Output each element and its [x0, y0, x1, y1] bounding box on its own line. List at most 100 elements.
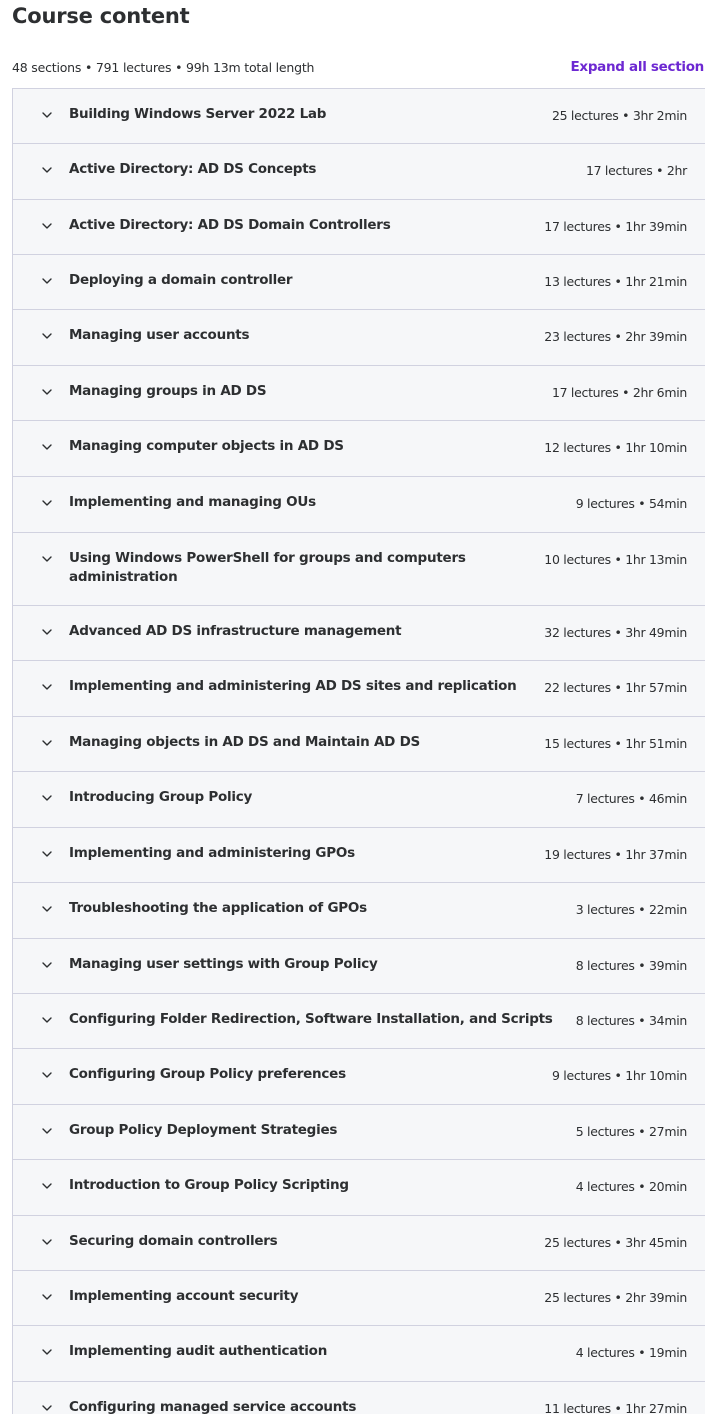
section-title: Advanced AD DS infrastructure management [69, 623, 402, 639]
section-item[interactable]: Managing groups in AD DS 17 lectures • 2… [13, 366, 705, 421]
chevron-down-icon [41, 959, 53, 971]
section-title: Introduction to Group Policy Scripting [69, 1177, 349, 1193]
section-title: Building Windows Server 2022 Lab [69, 106, 327, 122]
section-meta: 12 lectures • 1hr 10min [544, 440, 687, 455]
chevron-down-icon [41, 441, 53, 453]
course-summary: 48 sections • 791 lectures • 99h 13m tot… [12, 60, 315, 75]
section-meta: 23 lectures • 2hr 39min [544, 329, 687, 344]
section-item[interactable]: Implementing and administering AD DS sit… [13, 661, 705, 717]
section-meta: 17 lectures • 1hr 39min [544, 219, 687, 234]
section-meta: 25 lectures • 3hr 45min [544, 1235, 687, 1250]
chevron-down-icon [41, 1291, 53, 1303]
section-meta: 9 lectures • 54min [575, 496, 688, 511]
section-title: Implementing and administering GPOs [69, 845, 355, 861]
section-meta: 25 lectures • 3hr 2min [551, 108, 687, 123]
chevron-down-icon [41, 386, 53, 398]
section-title: Configuring managed service accounts [69, 1399, 357, 1414]
section-meta: 13 lectures • 1hr 21min [544, 274, 687, 289]
section-title: Managing groups in AD DS [69, 383, 267, 399]
section-title: Managing user accounts [69, 327, 250, 343]
chevron-down-icon [41, 497, 53, 509]
chevron-down-icon [41, 1402, 53, 1414]
section-title: Active Directory: AD DS Domain Controlle… [69, 217, 391, 233]
section-title: Introducing Group Policy [69, 789, 253, 805]
section-title: Using Windows PowerShell for groups and … [69, 550, 466, 585]
section-item[interactable]: Managing computer objects in AD DS 12 le… [13, 421, 705, 477]
section-title: Securing domain controllers [69, 1233, 278, 1249]
section-item[interactable]: Active Directory: AD DS Concepts 17 lect… [13, 144, 705, 200]
chevron-down-icon [41, 164, 53, 176]
section-item[interactable]: Configuring Folder Redirection, Software… [13, 994, 705, 1049]
section-meta: 4 lectures • 20min [575, 1179, 688, 1194]
section-meta: 8 lectures • 39min [575, 958, 688, 973]
section-item[interactable]: Managing objects in AD DS and Maintain A… [13, 717, 705, 772]
sections-list: Building Windows Server 2022 Lab 25 lect… [12, 88, 705, 1414]
section-title: Troubleshooting the application of GPOs [69, 900, 367, 916]
section-meta: 4 lectures • 19min [575, 1345, 688, 1360]
section-title: Implementing and administering AD DS sit… [69, 678, 517, 694]
section-meta: 11 lectures • 1hr 27min [544, 1401, 687, 1414]
section-item[interactable]: Securing domain controllers 25 lectures … [13, 1216, 705, 1271]
section-meta: 17 lectures • 2hr [585, 163, 687, 178]
section-item[interactable]: Implementing and managing OUs 9 lectures… [13, 477, 705, 533]
section-title: Deploying a domain controller [69, 272, 293, 288]
section-title: Managing computer objects in AD DS [69, 438, 344, 454]
chevron-down-icon [41, 903, 53, 915]
expand-all-sections-button[interactable]: Expand all section [570, 59, 704, 75]
chevron-down-icon [41, 1125, 53, 1137]
section-meta: 3 lectures • 22min [575, 902, 688, 917]
chevron-down-icon [41, 1236, 53, 1248]
section-title: Managing objects in AD DS and Maintain A… [69, 734, 421, 750]
section-item[interactable]: Deploying a domain controller 13 lecture… [13, 255, 705, 310]
section-item[interactable]: Managing user settings with Group Policy… [13, 939, 705, 994]
section-title: Configuring Folder Redirection, Software… [69, 1011, 553, 1027]
section-title: Configuring Group Policy preferences [69, 1066, 346, 1082]
section-meta: 9 lectures • 1hr 10min [551, 1068, 687, 1083]
section-item[interactable]: Advanced AD DS infrastructure management… [13, 606, 705, 661]
chevron-down-icon [41, 109, 53, 121]
section-meta: 8 lectures • 34min [575, 1013, 688, 1028]
section-title: Implementing account security [69, 1288, 299, 1304]
section-item[interactable]: Using Windows PowerShell for groups and … [13, 533, 705, 606]
section-item[interactable]: Managing user accounts 23 lectures • 2hr… [13, 310, 705, 366]
chevron-down-icon [41, 1069, 53, 1081]
section-item[interactable]: Active Directory: AD DS Domain Controlle… [13, 200, 705, 255]
chevron-down-icon [41, 330, 53, 342]
section-meta: 15 lectures • 1hr 51min [544, 736, 687, 751]
chevron-down-icon [41, 737, 53, 749]
chevron-down-icon [41, 792, 53, 804]
section-item[interactable]: Introducing Group Policy 7 lectures • 46… [13, 772, 705, 828]
section-meta: 25 lectures • 2hr 39min [544, 1290, 687, 1305]
section-item[interactable]: Configuring Group Policy preferences 9 l… [13, 1049, 705, 1105]
section-title: Managing user settings with Group Policy [69, 956, 378, 972]
page-title: Course content [12, 4, 190, 28]
section-meta: 17 lectures • 2hr 6min [551, 385, 687, 400]
section-title: Implementing audit authentication [69, 1343, 328, 1359]
chevron-down-icon [41, 848, 53, 860]
section-title: Implementing and managing OUs [69, 494, 316, 510]
section-meta: 22 lectures • 1hr 57min [544, 680, 687, 695]
section-meta: 10 lectures • 1hr 13min [544, 552, 687, 567]
chevron-down-icon [41, 1346, 53, 1358]
section-item[interactable]: Implementing and administering GPOs 19 l… [13, 828, 705, 883]
chevron-down-icon [41, 681, 53, 693]
section-title: Active Directory: AD DS Concepts [69, 161, 317, 177]
section-meta: 32 lectures • 3hr 49min [544, 625, 687, 640]
section-item[interactable]: Implementing audit authentication 4 lect… [13, 1326, 705, 1382]
section-item[interactable]: Introduction to Group Policy Scripting 4… [13, 1160, 705, 1216]
section-item[interactable]: Implementing account security 25 lecture… [13, 1271, 705, 1326]
chevron-down-icon [41, 626, 53, 638]
section-item[interactable]: Configuring managed service accounts 11 … [13, 1382, 705, 1414]
chevron-down-icon [41, 220, 53, 232]
section-meta: 5 lectures • 27min [575, 1124, 688, 1139]
chevron-down-icon [41, 275, 53, 287]
section-item[interactable]: Group Policy Deployment Strategies 5 lec… [13, 1105, 705, 1160]
course-content-panel: Course content 48 sections • 791 lecture… [0, 0, 705, 1414]
section-item[interactable]: Troubleshooting the application of GPOs … [13, 883, 705, 939]
section-meta: 7 lectures • 46min [575, 791, 688, 806]
chevron-down-icon [41, 553, 53, 565]
section-item[interactable]: Building Windows Server 2022 Lab 25 lect… [13, 89, 705, 144]
section-title: Group Policy Deployment Strategies [69, 1122, 338, 1138]
section-meta: 19 lectures • 1hr 37min [544, 847, 687, 862]
chevron-down-icon [41, 1014, 53, 1026]
